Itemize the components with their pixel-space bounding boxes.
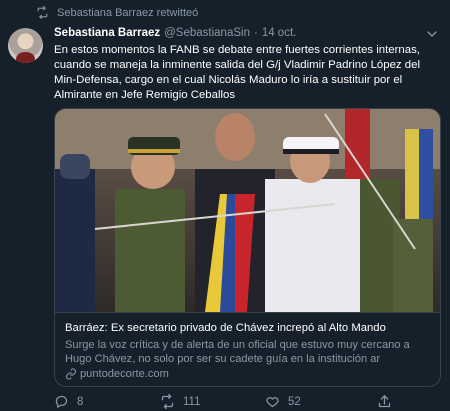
card-title: Barráez: Ex secretario privado de Chávez… [65, 322, 386, 334]
reply-count: 8 [77, 395, 84, 408]
share-button[interactable] [377, 394, 400, 409]
card-image [55, 109, 440, 312]
retweet-button[interactable]: 111 [160, 394, 265, 409]
link-icon [66, 368, 76, 380]
retweet-context[interactable]: Sebastiana Barraez retwitteó [36, 6, 198, 19]
author-handle[interactable]: @SebastianaSin [164, 27, 250, 39]
like-count: 52 [288, 395, 301, 408]
retweet-count: 111 [183, 395, 201, 408]
card-link: puntodecorte.com [65, 368, 432, 380]
reply-icon [55, 395, 68, 408]
author-name[interactable]: Sebastiana Barraez [54, 27, 160, 39]
card-body: Barráez: Ex secretario privado de Chávez… [55, 312, 440, 386]
link-card[interactable]: Barráez: Ex secretario privado de Chávez… [54, 108, 441, 387]
card-domain: puntodecorte.com [80, 368, 169, 380]
chevron-down-icon[interactable] [424, 26, 440, 42]
share-icon [378, 395, 391, 408]
card-description: Surge la voz crítica y de alerta de un o… [65, 339, 410, 365]
tweet-text: En estos momentos la FANB se debate entr… [54, 44, 420, 101]
avatar[interactable] [8, 28, 43, 63]
tweet-date[interactable]: 14 oct. [262, 27, 297, 39]
tweet-header: Sebastiana Barraez @SebastianaSin · 14 o… [54, 27, 296, 39]
retweet-icon [161, 394, 174, 409]
retweet-label: Sebastiana Barraez retwitteó [57, 6, 199, 19]
like-button[interactable]: 52 [265, 394, 377, 409]
retweet-icon [37, 6, 48, 19]
separator-dot: · [253, 27, 258, 39]
heart-icon [266, 397, 279, 408]
tweet-actions: 8 111 52 [54, 394, 442, 409]
reply-button[interactable]: 8 [54, 394, 160, 409]
